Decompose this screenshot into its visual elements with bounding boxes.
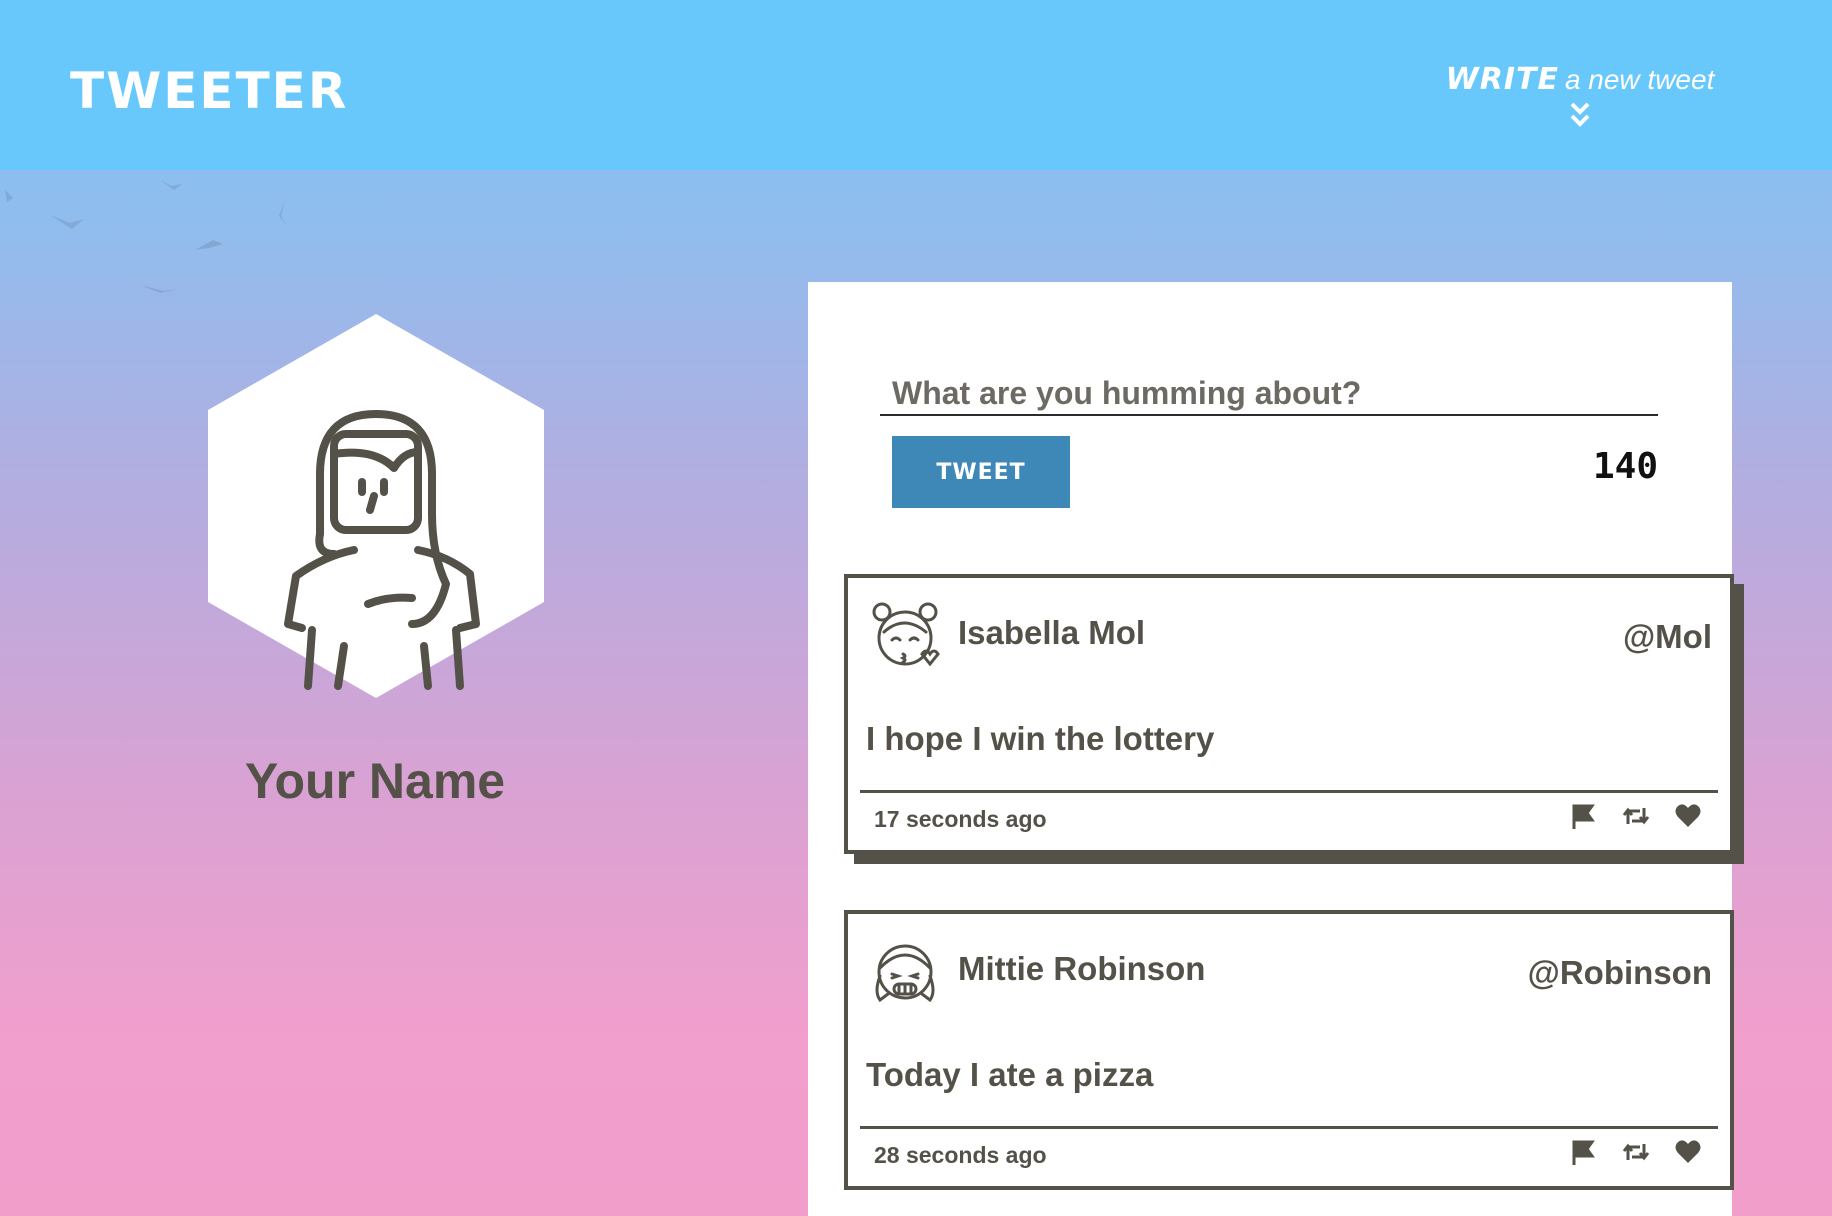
tweet-actions: [1570, 1138, 1702, 1166]
tweet-timestamp: 28 seconds ago: [874, 1142, 1047, 1168]
tweet-author: Isabella Mol: [958, 614, 1146, 651]
top-nav: TWEETER WRITE a new tweet: [0, 0, 1832, 170]
flag-icon[interactable]: [1570, 1138, 1598, 1166]
profile-avatar: [208, 314, 544, 698]
profile-name: Your Name: [244, 753, 506, 809]
tweet-button[interactable]: TWEET: [892, 436, 1070, 508]
tweet-card: Isabella Mol @Mol I hope I win the lotte…: [844, 574, 1734, 854]
tweet-author-avatar: [872, 602, 940, 667]
tweet-author-avatar: [875, 944, 935, 1003]
tweet-divider: [860, 790, 1718, 793]
retweet-icon[interactable]: [1622, 1138, 1650, 1166]
tweet-timestamp: 17 seconds ago: [874, 806, 1047, 832]
tweet-divider: [860, 1126, 1718, 1129]
compose-toggle-bold: WRITE: [1445, 62, 1559, 97]
tweet-text: Today I ate a pizza: [866, 1056, 1154, 1093]
tweet-text: I hope I win the lottery: [866, 720, 1215, 757]
tweet-handle: @Robinson: [1527, 954, 1712, 991]
feed-panel: TWEET 140 Isabella Mol @Mol I hope I win…: [808, 282, 1734, 1216]
tweet-author: Mittie Robinson: [958, 950, 1206, 987]
tweet-input[interactable]: [880, 372, 1658, 416]
birds-decoration: [5, 180, 287, 293]
heart-icon[interactable]: [1674, 802, 1702, 830]
app-logo: TWEETER: [70, 62, 349, 120]
char-counter: 140: [1592, 446, 1658, 487]
flag-icon[interactable]: [1570, 802, 1598, 830]
tweet-card: Mittie Robinson @Robinson Today I ate a …: [844, 910, 1734, 1190]
chevron-double-down-icon: [1570, 102, 1590, 127]
compose-toggle-text: a new tweet: [1564, 64, 1715, 95]
tweet-handle: @Mol: [1623, 618, 1712, 655]
tweet-actions: [1570, 802, 1702, 830]
write-new-tweet-toggle[interactable]: WRITE a new tweet: [1440, 62, 1720, 152]
heart-icon[interactable]: [1674, 1138, 1702, 1166]
retweet-icon[interactable]: [1622, 802, 1650, 830]
